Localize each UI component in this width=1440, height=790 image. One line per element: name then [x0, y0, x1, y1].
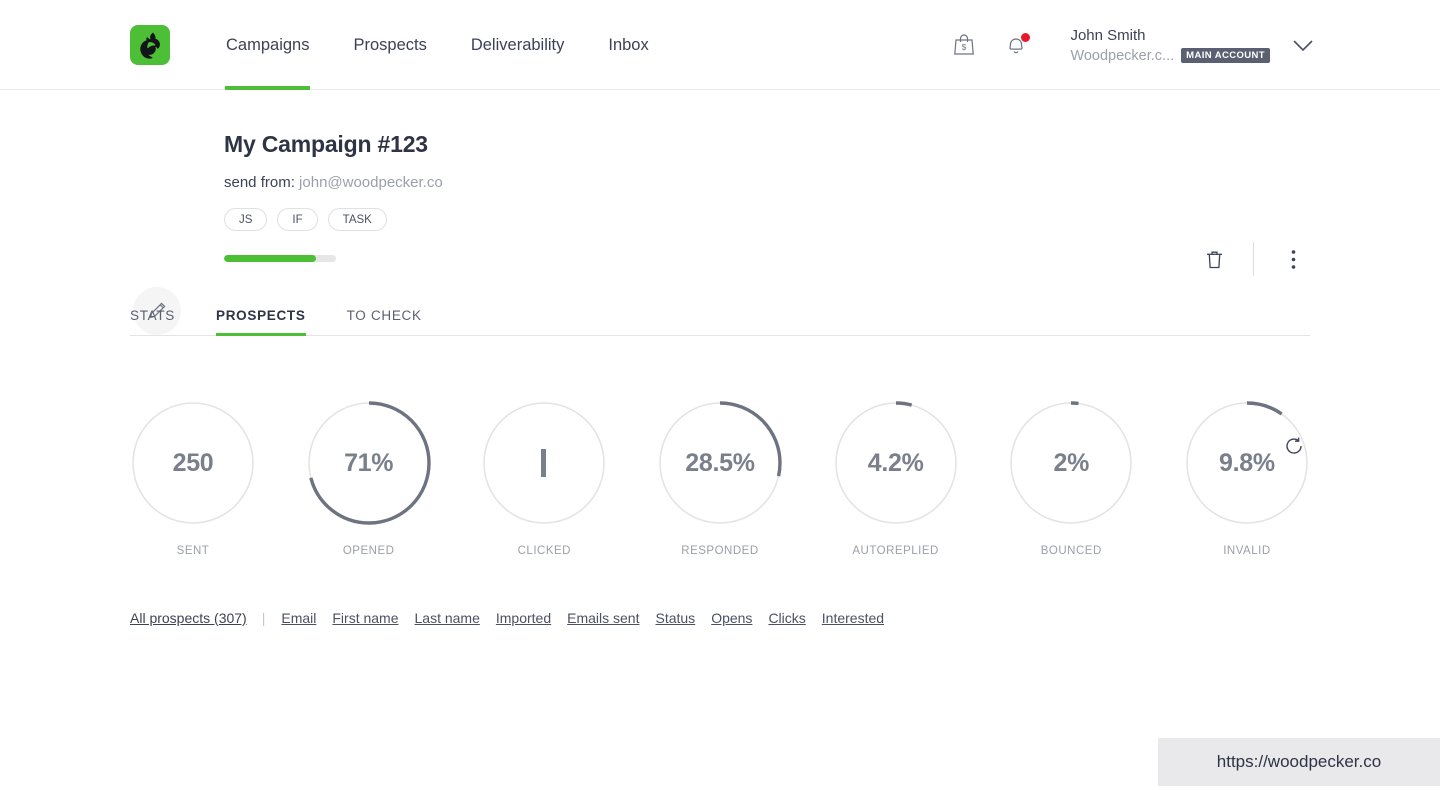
more-vertical-icon[interactable]: [1276, 242, 1310, 276]
svg-text:$: $: [962, 43, 967, 52]
campaign-tag-row: JS IF TASK: [224, 208, 1440, 231]
send-from-label: send from:: [224, 174, 295, 191]
filter-link-first-name[interactable]: First name: [332, 610, 398, 626]
donut-chart-autoreplied: 4.2%: [833, 400, 959, 526]
donut-value-autoreplied: 4.2%: [833, 400, 959, 526]
campaign-send-from: send from: john@woodpecker.co: [224, 173, 1440, 192]
nav-right-group: $ John Smith Woodpecker.c... MAIN ACCOUN…: [946, 0, 1440, 90]
donut-value-clicked: [481, 400, 607, 526]
filter-link-status[interactable]: Status: [655, 610, 695, 626]
nav-link-inbox[interactable]: Inbox: [608, 36, 648, 55]
user-name: John Smith: [1070, 26, 1270, 45]
nav-link-prospects[interactable]: Prospects: [353, 36, 426, 55]
donut-value-sent: 250: [130, 400, 256, 526]
campaign-tag-if[interactable]: IF: [277, 208, 317, 231]
user-subline: Woodpecker.c... MAIN ACCOUNT: [1070, 47, 1270, 65]
donut-value-invalid: 9.8%: [1184, 400, 1310, 526]
campaign-progress-fill: [224, 255, 316, 262]
stat-label-autoreplied: AUTOREPLIED: [852, 544, 938, 558]
stat-label-opened: OPENED: [343, 544, 395, 558]
donut-chart-opened: 71%: [306, 400, 432, 526]
nav-left-group: Campaigns Prospects Deliverability Inbox: [0, 0, 649, 67]
filter-link-clicks[interactable]: Clicks: [768, 610, 805, 626]
stat-label-responded: RESPONDED: [681, 544, 758, 558]
top-navigation-bar: Campaigns Prospects Deliverability Inbox…: [0, 0, 1440, 90]
campaign-header: My Campaign #123 send from: john@woodpec…: [0, 90, 1440, 300]
stat-item-autoreplied: 4.2% AUTOREPLIED: [833, 400, 959, 558]
stat-label-sent: SENT: [177, 544, 210, 558]
campaign-tabs: STATS PROSPECTS TO CHECK: [130, 300, 1310, 336]
nav-link-deliverability[interactable]: Deliverability: [471, 36, 565, 55]
filter-link-imported[interactable]: Imported: [496, 610, 551, 626]
main-account-badge: MAIN ACCOUNT: [1181, 48, 1270, 63]
stat-item-invalid: 9.8% INVALID: [1184, 400, 1310, 558]
nav-links: Campaigns Prospects Deliverability Inbox: [226, 23, 649, 67]
stat-label-bounced: BOUNCED: [1041, 544, 1102, 558]
tab-to-check[interactable]: TO CHECK: [347, 308, 422, 335]
donut-chart-responded: 28.5%: [657, 400, 783, 526]
filter-link-opens[interactable]: Opens: [711, 610, 752, 626]
stat-label-invalid: INVALID: [1223, 544, 1270, 558]
user-text-block: John Smith Woodpecker.c... MAIN ACCOUNT: [1070, 26, 1270, 65]
filter-link-last-name[interactable]: Last name: [415, 610, 480, 626]
campaign-title: My Campaign #123: [224, 130, 1440, 158]
stats-donut-row: 250 SENT 71% OPENED CLICKED 28.5% RESPONDED 4.2…: [130, 400, 1310, 558]
filter-link-emails-sent[interactable]: Emails sent: [567, 610, 639, 626]
filter-link-email[interactable]: Email: [281, 610, 316, 626]
send-from-email: john@woodpecker.co: [299, 174, 443, 191]
campaign-progress-bar: [224, 255, 336, 262]
stat-item-responded: 28.5% RESPONDED: [657, 400, 783, 558]
donut-value-opened: 71%: [306, 400, 432, 526]
filter-link-interested[interactable]: Interested: [822, 610, 884, 626]
stat-label-clicked: CLICKED: [518, 544, 571, 558]
tab-prospects[interactable]: PROSPECTS: [216, 308, 306, 335]
nav-link-campaigns[interactable]: Campaigns: [226, 36, 309, 55]
tab-stats[interactable]: STATS: [130, 308, 175, 335]
donut-value-responded: 28.5%: [657, 400, 783, 526]
donut-chart-bounced: 2%: [1008, 400, 1134, 526]
notification-bell-icon[interactable]: [998, 27, 1034, 63]
filter-all-prospects[interactable]: All prospects (307): [130, 610, 247, 626]
filter-separator: |: [262, 610, 266, 626]
donut-chart-invalid: 9.8%: [1184, 400, 1310, 526]
shopping-bag-dollar-icon[interactable]: $: [946, 27, 982, 63]
donut-chart-clicked: [481, 400, 607, 526]
prospect-filter-links: All prospects (307) | Email First name L…: [130, 610, 1310, 626]
stat-item-opened: 71% OPENED: [306, 400, 432, 558]
woodpecker-logo-icon[interactable]: [130, 25, 170, 65]
donut-value-bounced: 2%: [1008, 400, 1134, 526]
stat-item-clicked: CLICKED: [481, 400, 607, 558]
stat-item-sent: 250 SENT: [130, 400, 256, 558]
notification-dot-badge: [1021, 33, 1030, 42]
donut-chart-sent: 250: [130, 400, 256, 526]
campaign-tag-js[interactable]: JS: [224, 208, 267, 231]
campaign-tag-task[interactable]: TASK: [328, 208, 387, 231]
user-account-menu[interactable]: John Smith Woodpecker.c... MAIN ACCOUNT: [1070, 26, 1314, 65]
status-bar-url: https://woodpecker.co: [1158, 738, 1440, 786]
chevron-down-icon[interactable]: [1292, 39, 1314, 52]
stat-item-bounced: 2% BOUNCED: [1008, 400, 1134, 558]
user-organization: Woodpecker.c...: [1070, 47, 1174, 65]
actions-divider: [1253, 242, 1254, 276]
stats-section: 250 SENT 71% OPENED CLICKED 28.5% RESPONDED 4.2…: [0, 400, 1440, 558]
trash-delete-icon[interactable]: [1197, 242, 1231, 276]
campaign-actions: [1197, 242, 1310, 276]
